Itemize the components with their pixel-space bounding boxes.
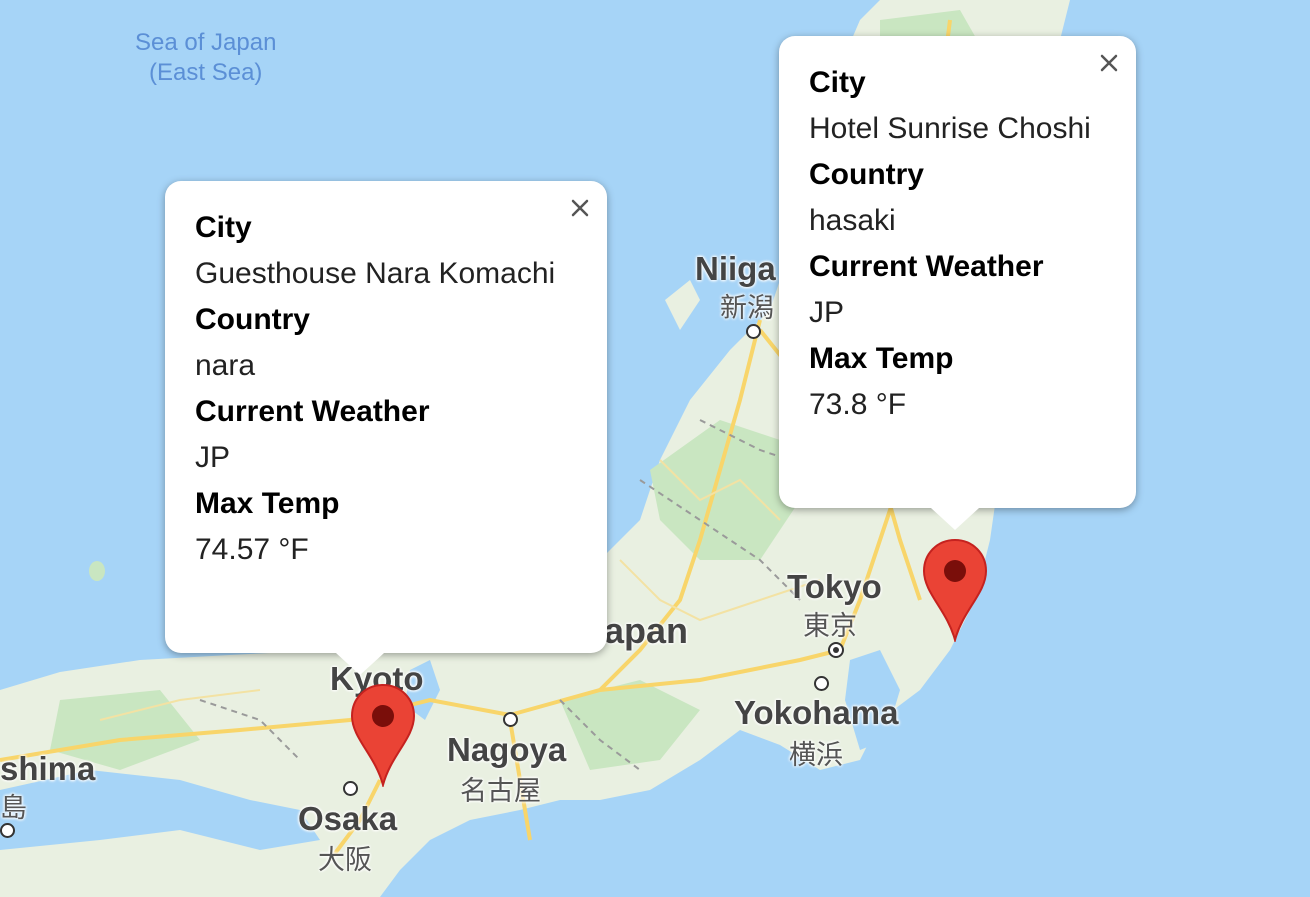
current-weather-label: Current Weather: [809, 250, 1044, 283]
city-label: City: [195, 211, 252, 244]
osaka-label: Osaka: [298, 800, 398, 837]
country-label: Country: [809, 158, 924, 191]
nara-map-marker[interactable]: [350, 683, 416, 787]
close-icon[interactable]: [1094, 48, 1124, 78]
yokohama-kanji-label: 横浜: [789, 740, 843, 770]
hiroshima-kanji-label: 島: [0, 793, 27, 823]
current-weather-value: JP: [195, 441, 231, 474]
niigata-city-dot[interactable]: [746, 324, 761, 339]
hasaki-map-marker[interactable]: [922, 538, 988, 642]
small-island: [89, 561, 105, 581]
city-label: City: [809, 66, 866, 99]
sea-alt-name-line: (East Sea): [149, 59, 263, 86]
city-value: Hotel Sunrise Choshi: [809, 112, 1091, 145]
nagoya-kanji-label: 名古屋: [460, 776, 541, 806]
info-window-hasaki: City Hotel Sunrise Choshi Country hasaki…: [779, 36, 1136, 530]
max-temp-value: 73.8 °F: [809, 388, 907, 421]
tokyo-label: Tokyo: [787, 568, 882, 605]
niigata-label: Niiga: [695, 250, 776, 287]
nagoya-label: Nagoya: [447, 731, 567, 768]
tokyo-kanji-label: 東京: [803, 611, 857, 641]
sea-of-japan-label: Sea of Japan (East Sea): [135, 28, 276, 88]
yokohama-label: Yokohama: [734, 694, 899, 731]
osaka-kanji-label: 大阪: [318, 845, 372, 875]
tokyo-capital-dot[interactable]: [828, 642, 844, 658]
nagoya-city-dot[interactable]: [503, 712, 518, 727]
japan-country-label: apan: [604, 610, 689, 651]
max-temp-label: Max Temp: [195, 487, 340, 520]
hiroshima-city-dot[interactable]: [0, 823, 15, 838]
max-temp-label: Max Temp: [809, 342, 954, 375]
yokohama-city-dot[interactable]: [814, 676, 829, 691]
country-value: nara: [195, 349, 256, 382]
country-label: Country: [195, 303, 310, 336]
max-temp-value: 74.57 °F: [195, 533, 309, 566]
city-value: Guesthouse Nara Komachi: [195, 257, 556, 290]
current-weather-label: Current Weather: [195, 395, 430, 428]
hiroshima-label: shima: [0, 750, 96, 787]
country-value: hasaki: [809, 204, 896, 237]
sea-name-line: Sea of Japan: [135, 29, 277, 56]
close-icon[interactable]: [565, 193, 595, 223]
niigata-kanji-label: 新潟: [720, 293, 774, 323]
info-window-nara: City Guesthouse Nara Komachi Country nar…: [165, 181, 607, 675]
current-weather-value: JP: [809, 296, 845, 329]
